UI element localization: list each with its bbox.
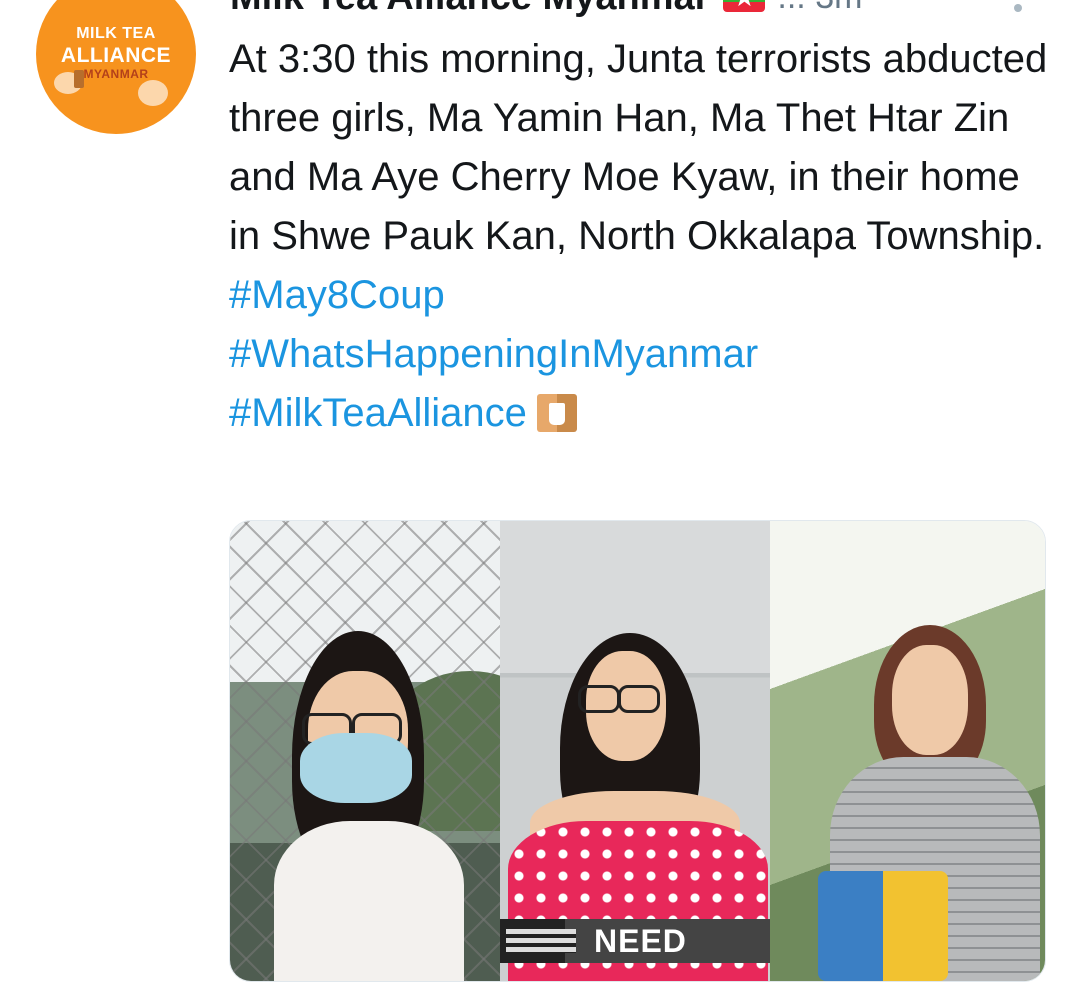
- profile-avatar[interactable]: MILK TEA ALLIANCE MYANMAR: [36, 0, 196, 134]
- time-prefix: ...: [777, 0, 805, 16]
- avatar-text-line2: ALLIANCE: [60, 44, 172, 67]
- tweet-body: At 3:30 this morning, Junta terrorists a…: [229, 30, 1049, 443]
- bubble-tea-icon: [536, 394, 577, 432]
- time-value: 3m: [815, 0, 862, 16]
- tweet-header: Milk Tea Alliance Myanmar ★ ... 3m: [230, 0, 862, 20]
- banner-stripes: [506, 929, 576, 953]
- display-name[interactable]: Milk Tea Alliance Myanmar: [230, 0, 709, 19]
- hashtag-link[interactable]: #WhatsHappeningInMyanmar: [229, 325, 1049, 384]
- tweet-media-grid[interactable]: NEED: [229, 520, 1046, 982]
- more-options-icon[interactable]: [1014, 4, 1022, 12]
- myanmar-flag-icon: ★: [723, 0, 766, 12]
- photo-1[interactable]: [230, 521, 500, 981]
- avatar-decoration: [138, 80, 168, 106]
- banner-text: NEED: [594, 922, 687, 959]
- avatar-text-line3: MYANMAR: [83, 67, 149, 81]
- photo-banner: NEED: [500, 919, 770, 963]
- photo-2[interactable]: NEED: [500, 521, 770, 981]
- avatar-text-line1: MILK TEA: [76, 25, 156, 42]
- photo-3[interactable]: [770, 521, 1045, 981]
- tweet-text: At 3:30 this morning, Junta terrorists a…: [229, 37, 1048, 258]
- timestamp[interactable]: ... 3m: [777, 0, 862, 17]
- hashtag-row: #MilkTeaAlliance: [229, 384, 1049, 443]
- hashtag-link[interactable]: #May8Coup: [229, 266, 1049, 325]
- hashtag-link[interactable]: #MilkTeaAlliance: [229, 391, 527, 435]
